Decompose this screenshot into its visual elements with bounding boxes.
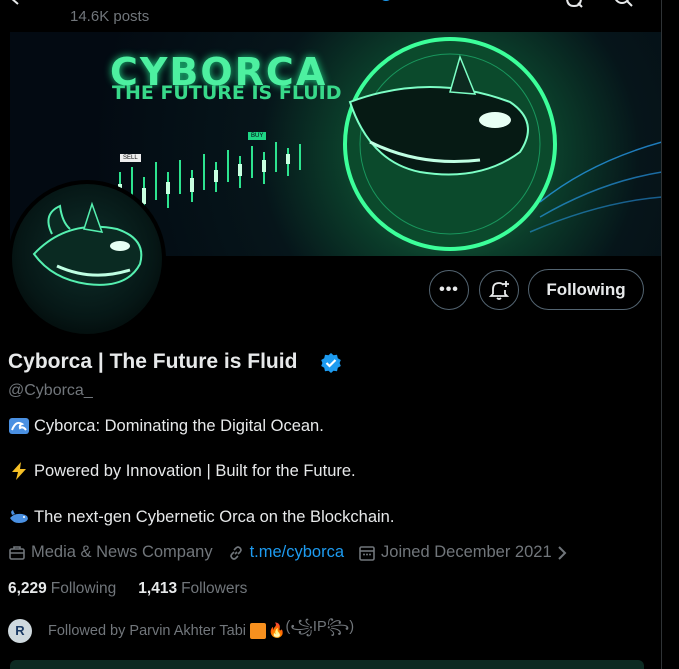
notifications-button[interactable] — [479, 270, 519, 310]
bio-line-2: Powered by Innovation | Built for the Fu… — [8, 461, 356, 481]
profile-header: 14.6K posts — [0, 0, 662, 32]
followers-stat[interactable]: 1,413 Followers — [138, 580, 247, 598]
profile-page: 14.6K posts CYBORCA THE FUTURE IS FLUID — [0, 0, 662, 669]
followers-label: Followers — [181, 580, 248, 597]
posts-count: 14.6K posts — [70, 8, 150, 25]
link-item: t.me/cyborca — [227, 543, 344, 562]
lightning-emoji-icon — [12, 462, 26, 480]
back-arrow-icon[interactable] — [8, 0, 30, 10]
fire-emoji-icon: 🔥 — [268, 622, 286, 638]
bio-line-1: Cyborca: Dominating the Digital Ocean. — [8, 416, 324, 436]
chevron-right-icon — [557, 545, 567, 560]
following-label: Following — [50, 580, 117, 597]
calendar-icon — [359, 545, 375, 561]
briefcase-icon — [9, 545, 25, 560]
bottom-card-edge — [10, 660, 644, 669]
following-button[interactable]: Following — [528, 269, 644, 310]
bio-text-1: Cyborca: Dominating the Digital Ocean. — [34, 416, 324, 435]
follower-avatar: R — [8, 618, 32, 643]
wave-emoji-icon — [9, 418, 29, 434]
following-count: 6,229 — [8, 580, 47, 597]
followers-count: 1,413 — [138, 580, 178, 597]
profile-handle: @Cyborca_ — [8, 382, 93, 399]
category-item: Media & News Company — [8, 543, 213, 562]
orca-emblem-graphic — [343, 37, 662, 251]
orca-avatar-graphic — [32, 201, 143, 286]
website-link[interactable]: t.me/cyborca — [250, 543, 344, 562]
profile-display-name: Cyborca | The Future is Fluid — [8, 350, 298, 373]
buy-tag: BUY — [248, 132, 267, 140]
joined-item[interactable]: Joined December 2021 — [358, 543, 573, 562]
following-stat[interactable]: 6,229 Following — [8, 580, 116, 598]
bio-text-3: The next-gen Cybernetic Orca on the Bloc… — [34, 507, 395, 526]
follow-stats: 6,229 Following 1,413 Followers — [8, 580, 269, 598]
sell-tag: SELL — [120, 154, 141, 162]
verified-badge-icon[interactable] — [320, 352, 342, 374]
verified-icon-header — [382, 0, 390, 1]
banner-subtitle: THE FUTURE IS FLUID — [112, 82, 342, 104]
bio-line-3: The next-gen Cybernetic Orca on the Bloc… — [8, 507, 394, 527]
followed-by-text: Followed by Parvin Akhter Tabi — [48, 622, 247, 639]
bell-plus-icon — [488, 281, 510, 300]
orange-square-emoji-icon — [250, 622, 267, 639]
vertical-scrollbar[interactable] — [661, 0, 679, 669]
followed-by-suffix: (꧁IP꧂) — [285, 619, 355, 635]
profile-meta-row: Media & News Company t.me/cyborca Joined… — [8, 543, 587, 562]
category-text: Media & News Company — [31, 543, 213, 561]
followed-by-row[interactable]: R Followed by Parvin Akhter Tabi 🔥 (꧁IP꧂… — [8, 616, 354, 645]
grok-icon[interactable] — [563, 0, 585, 12]
search-icon[interactable] — [612, 0, 634, 12]
whale-emoji-icon — [10, 510, 28, 523]
profile-avatar[interactable] — [8, 180, 166, 338]
joined-text: Joined December 2021 — [381, 543, 552, 561]
more-icon: ••• — [439, 281, 459, 298]
link-icon — [229, 545, 242, 560]
more-options-button[interactable]: ••• — [429, 270, 469, 310]
bio-text-2: Powered by Innovation | Built for the Fu… — [34, 461, 356, 480]
